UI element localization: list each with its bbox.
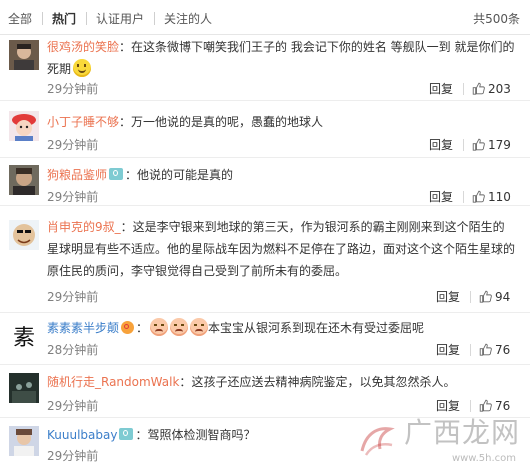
avatar[interactable]: 素	[9, 321, 39, 351]
comment-text: 这孩子还应送去精神病院鉴定，以免其忽然杀人。	[191, 375, 456, 389]
action-divider	[463, 191, 464, 203]
reply-button[interactable]: 回复	[429, 189, 453, 205]
comment-total-count: 共500条	[473, 12, 520, 26]
reply-button[interactable]: 回复	[429, 81, 453, 97]
weibo-badge-icon	[121, 321, 135, 334]
comment-time: 29分钟前	[47, 399, 99, 413]
watermark-logo-icon	[360, 427, 395, 456]
like-button[interactable]: 110	[472, 189, 511, 205]
tab-divider	[42, 12, 43, 25]
svg-text:素: 素	[13, 326, 35, 351]
tab-divider	[86, 12, 87, 25]
grievance-emoji-icon	[170, 318, 189, 336]
like-count: 179	[488, 138, 511, 152]
reply-button[interactable]: 回复	[436, 342, 460, 358]
like-button[interactable]: 94	[479, 289, 510, 305]
comment-text: 万一他说的是真的呢，愚蠢的地球人	[131, 115, 324, 129]
like-count: 94	[495, 290, 511, 304]
comment-username[interactable]: 素素素半步颠	[47, 321, 119, 335]
tab-hot[interactable]: 热门	[52, 11, 76, 27]
comment-time: 29分钟前	[47, 190, 99, 204]
comment-filter-tabs: 全部 热门 认证用户 关注的人 共500条	[0, 0, 530, 35]
comment-body: 随机行走_RandomWalk：这孩子还应送去精神病院鉴定，以免其忽然杀人。	[47, 375, 456, 389]
avatar[interactable]	[9, 40, 39, 70]
tab-following[interactable]: 关注的人	[164, 11, 212, 27]
comment-username[interactable]: 肖申克的9叔_	[47, 220, 121, 234]
comment-item: 小丁子睡不够：万一他说的是真的呢，愚蠢的地球人 29分钟前 回复 179	[0, 101, 530, 158]
grievance-emoji-icon	[190, 318, 209, 336]
like-count: 76	[495, 343, 511, 357]
thumbs-up-icon	[472, 190, 485, 203]
comment-time: 29分钟前	[47, 82, 99, 96]
like-count: 110	[488, 190, 511, 204]
smile-emoji-icon	[73, 59, 92, 77]
thumbs-up-icon	[479, 290, 492, 303]
comment-item: 很鸡汤的笑脸：在这条微博下嘲笑我们王子的 我会记下你的姓名 等舰队一到 就是你们…	[0, 35, 530, 101]
comment-item: 狗粮品鉴师 ：他说的可能是真的 29分钟前 回复 110	[0, 158, 530, 206]
thumbs-up-icon	[479, 343, 492, 356]
avatar[interactable]	[9, 111, 39, 141]
comment-item: 肖申克的9叔_：这是李守银来到地球的第三天，作为银河系的霸主刚刚来到这个陌生的星…	[0, 206, 530, 313]
v-badge-icon	[119, 428, 134, 440]
tab-verified-users[interactable]: 认证用户	[96, 11, 144, 27]
comment-time: 28分钟前	[47, 343, 99, 357]
comment-username[interactable]: Kuuulbabay	[47, 428, 117, 442]
thumbs-up-icon	[472, 82, 485, 95]
comment-username[interactable]: 随机行走_RandomWalk	[47, 375, 179, 389]
comment-time: 29分钟前	[47, 449, 99, 463]
action-divider	[470, 291, 471, 303]
comment-text: 他说的可能是真的	[137, 168, 234, 182]
comment-text: 驾照体检测智商吗？	[147, 428, 256, 442]
comment-body: 狗粮品鉴师 ：他说的可能是真的	[47, 168, 234, 182]
comment-body: 素素素半步颠：本宝宝从银河系到现在还木有受过委屈呢	[47, 317, 516, 339]
tab-divider	[154, 12, 155, 25]
avatar[interactable]	[9, 220, 39, 250]
comment-body: 小丁子睡不够：万一他说的是真的呢，愚蠢的地球人	[47, 115, 324, 129]
reply-button[interactable]: 回复	[429, 137, 453, 153]
comment-body: 肖申克的9叔_：这是李守银来到地球的第三天，作为银河系的霸主刚刚来到这个陌生的星…	[47, 220, 516, 278]
like-button[interactable]: 179	[472, 137, 511, 153]
like-count: 203	[488, 82, 511, 96]
v-badge-icon	[109, 168, 124, 180]
reply-button[interactable]: 回复	[436, 289, 460, 305]
comment-username[interactable]: 狗粮品鉴师	[47, 168, 107, 182]
avatar[interactable]	[9, 165, 39, 195]
comment-text: 本宝宝从银河系到现在还木有受过委屈呢	[208, 321, 425, 335]
grievance-emoji-icon	[150, 318, 169, 336]
watermark-text: 广西龙网	[403, 416, 520, 449]
thumbs-up-icon	[472, 138, 485, 151]
action-divider	[463, 83, 464, 95]
comment-item: 素 素素素半步颠：本宝宝从银河系到现在还木有受过委屈呢 28分钟前 回复 76	[0, 313, 530, 365]
site-watermark: 广西龙网 www.5h.com	[354, 416, 524, 467]
like-button[interactable]: 76	[479, 342, 510, 358]
comment-username[interactable]: 小丁子睡不够	[47, 115, 119, 129]
comment-body: 很鸡汤的笑脸：在这条微博下嘲笑我们王子的 我会记下你的姓名 等舰队一到 就是你们…	[47, 40, 515, 77]
avatar[interactable]	[9, 426, 39, 456]
tab-all[interactable]: 全部	[8, 11, 32, 27]
comment-username[interactable]: 很鸡汤的笑脸	[47, 40, 119, 54]
watermark-url: www.5h.com	[451, 453, 516, 464]
action-divider	[463, 139, 464, 151]
action-divider	[470, 344, 471, 356]
comment-time: 29分钟前	[47, 138, 99, 152]
comment-time: 29分钟前	[47, 290, 99, 304]
avatar[interactable]	[9, 373, 39, 403]
like-button[interactable]: 203	[472, 81, 511, 97]
